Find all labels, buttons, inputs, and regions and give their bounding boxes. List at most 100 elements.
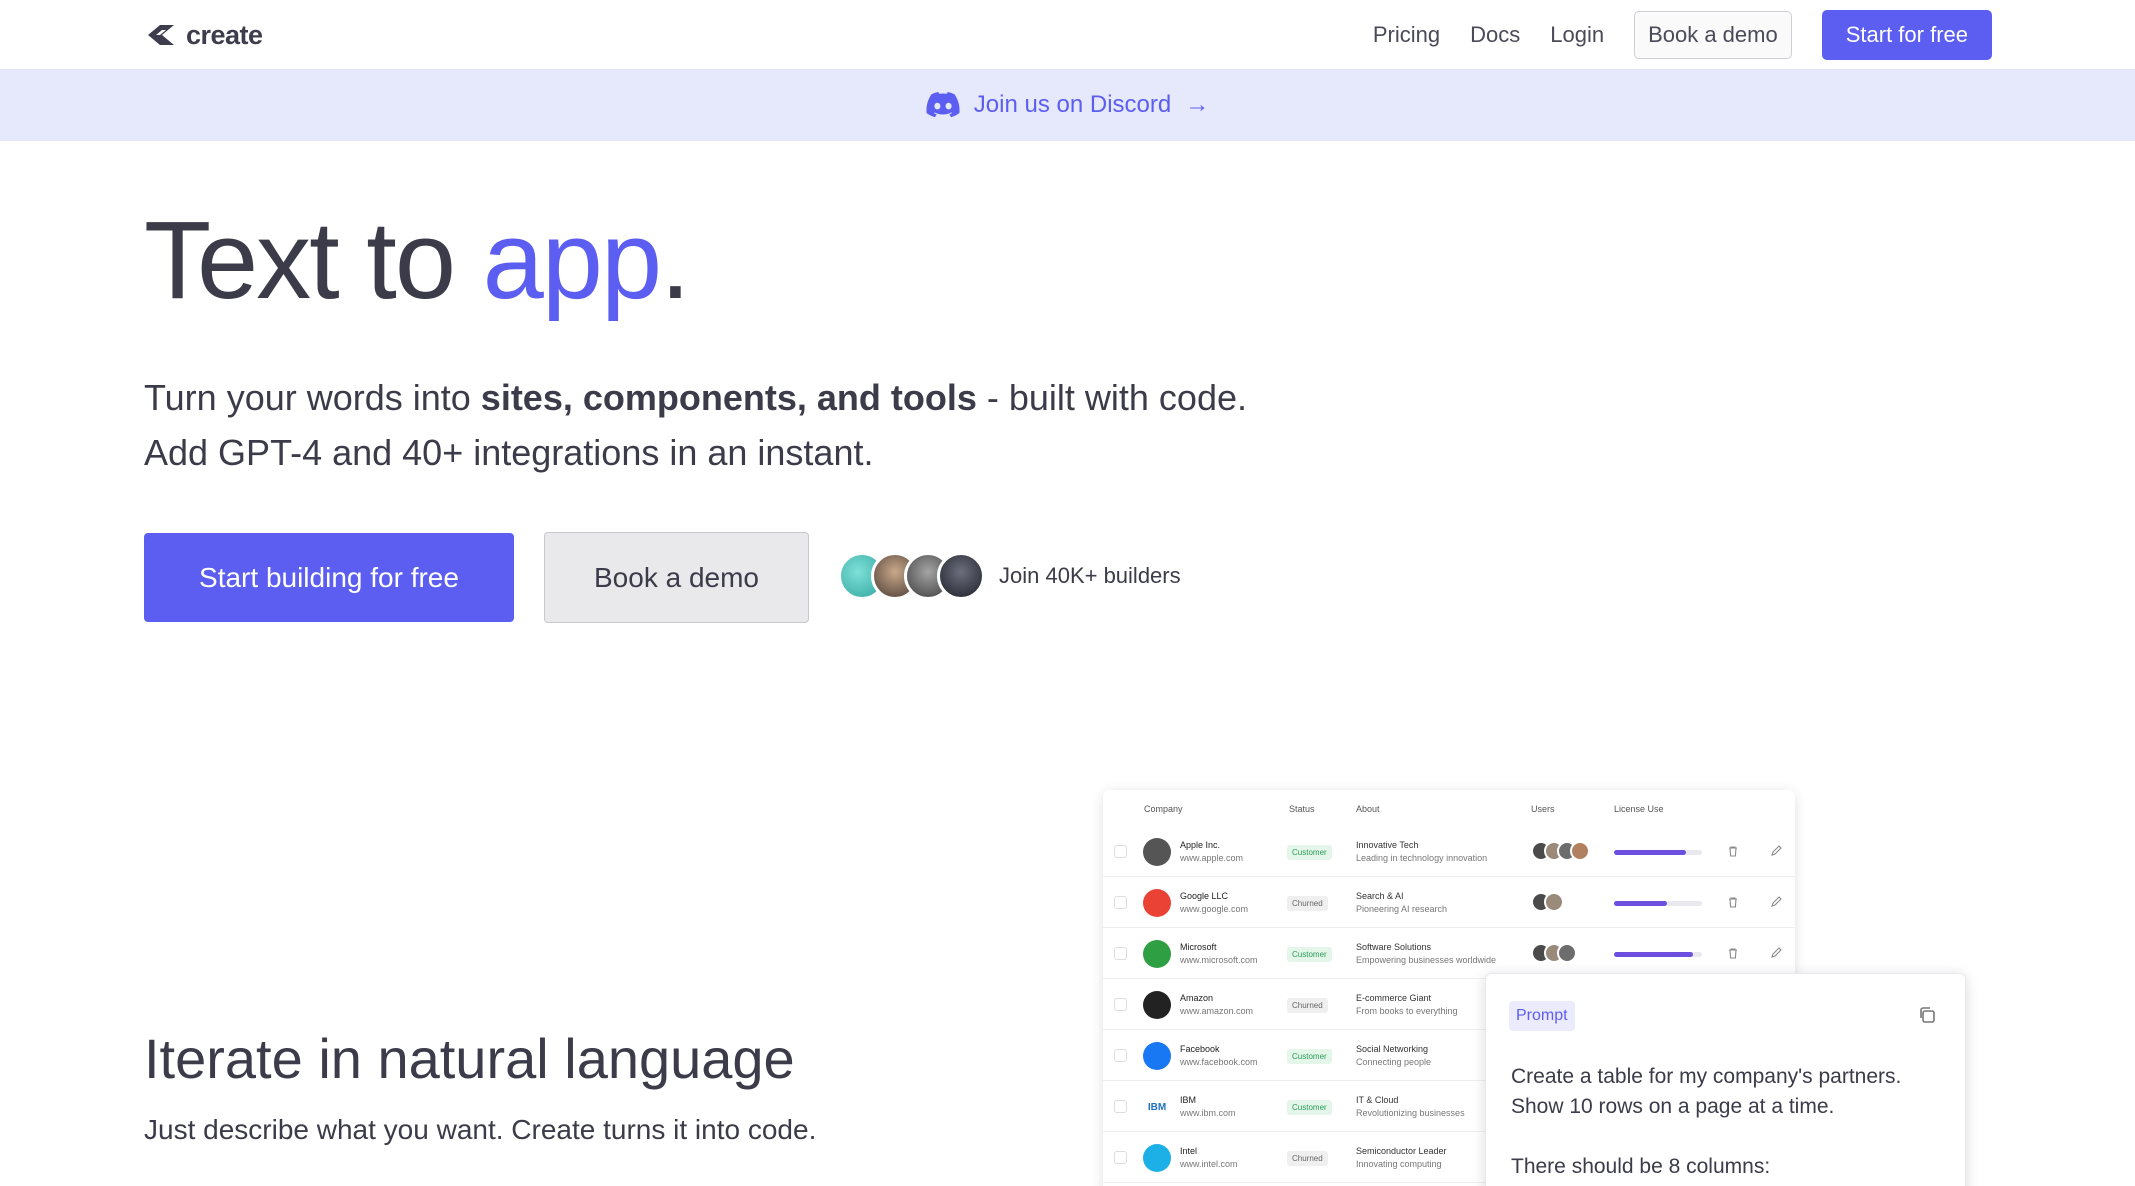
- nav-book-demo-button[interactable]: Book a demo: [1634, 11, 1792, 59]
- company-name: Apple Inc.: [1180, 840, 1221, 850]
- edit-icon[interactable]: [1769, 844, 1783, 858]
- table-row[interactable]: Microsoft www.microsoft.com Customer Softwa…: [1103, 928, 1795, 979]
- company-url: www.intel.com: [1180, 1159, 1238, 1169]
- brand-name: create: [186, 19, 263, 50]
- nav-login[interactable]: Login: [1550, 22, 1604, 48]
- about-desc: Revolutionizing businesses: [1356, 1108, 1465, 1118]
- company-name: Amazon: [1180, 993, 1214, 1003]
- row-checkbox[interactable]: [1114, 998, 1127, 1011]
- row-checkbox[interactable]: [1114, 845, 1127, 858]
- about-title: Search & AI: [1356, 891, 1404, 901]
- prompt-text: Create a table for my company's partners…: [1511, 1062, 1951, 1186]
- nav-pricing[interactable]: Pricing: [1373, 22, 1440, 48]
- company-logo-icon: [1143, 1144, 1171, 1172]
- hero-subtitle: Turn your words into sites, components, …: [144, 370, 1247, 480]
- about-desc: Connecting people: [1356, 1057, 1432, 1067]
- row-checkbox[interactable]: [1114, 1049, 1127, 1062]
- builders-social-proof: Join 40K+ builders: [838, 552, 1181, 600]
- company-logo-icon: [1143, 889, 1171, 917]
- top-nav: create Pricing Docs Login Book a demo St…: [0, 0, 2135, 69]
- company-logo-icon: [1143, 1042, 1171, 1070]
- hero-sub-pre: Turn your words into: [144, 377, 481, 418]
- avatar: [937, 552, 985, 600]
- brand-logo[interactable]: create: [144, 18, 263, 52]
- builders-text: Join 40K+ builders: [999, 563, 1181, 588]
- about-title: E-commerce Giant: [1356, 993, 1432, 1003]
- company-logo-icon: [1143, 991, 1171, 1019]
- status-badge: Customer: [1287, 1100, 1332, 1115]
- table-row[interactable]: Apple Inc. www.apple.com Customer Innovativ…: [1103, 826, 1795, 877]
- copy-icon[interactable]: [1917, 1005, 1937, 1025]
- license-bar-fill: [1614, 850, 1687, 855]
- prompt-line2: There should be 8 columns:: [1511, 1155, 1771, 1178]
- col-header-status: Status: [1289, 804, 1315, 814]
- row-checkbox[interactable]: [1114, 896, 1127, 909]
- nav-links: Pricing Docs Login Book a demo Start for…: [1373, 10, 1992, 60]
- license-bar-fill: [1614, 952, 1694, 957]
- start-building-button[interactable]: Start building for free: [144, 533, 514, 622]
- trash-icon[interactable]: [1726, 946, 1740, 960]
- company-name: Facebook: [1180, 1044, 1220, 1054]
- edit-icon[interactable]: [1769, 895, 1783, 909]
- company-url: www.google.com: [1180, 904, 1249, 914]
- table-row[interactable]: Google LLC www.google.com Churned Search & …: [1103, 877, 1795, 928]
- company-name: Google LLC: [1180, 891, 1229, 901]
- hero-title-part1: Text to: [144, 199, 483, 322]
- col-header-company: Company: [1144, 804, 1183, 814]
- row-checkbox[interactable]: [1114, 1151, 1127, 1164]
- builder-avatars: [838, 552, 985, 600]
- hero-title-accent: app: [482, 199, 663, 322]
- hero-title-end: .: [660, 199, 691, 322]
- status-badge: Churned: [1287, 1151, 1328, 1166]
- trash-icon[interactable]: [1726, 895, 1740, 909]
- about-title: Innovative Tech: [1356, 840, 1419, 850]
- about-desc: Leading in technology innovation: [1356, 853, 1488, 863]
- company-name: Microsoft: [1180, 942, 1217, 952]
- about-desc: Empowering businesses worldwide: [1356, 955, 1497, 965]
- user-avatars: [1531, 943, 1577, 963]
- nav-start-free-button[interactable]: Start for free: [1821, 10, 1992, 60]
- company-url: www.ibm.com: [1180, 1108, 1236, 1118]
- company-url: www.amazon.com: [1180, 1006, 1254, 1016]
- company-name: IBM: [1180, 1095, 1197, 1105]
- status-badge: Customer: [1287, 845, 1332, 860]
- status-badge: Customer: [1287, 1049, 1332, 1064]
- nav-docs[interactable]: Docs: [1470, 22, 1520, 48]
- license-bar: [1614, 850, 1702, 855]
- trash-icon[interactable]: [1726, 844, 1740, 858]
- col-header-about: About: [1356, 804, 1380, 814]
- status-badge: Churned: [1287, 896, 1328, 911]
- hero-subtitle-line1: Turn your words into sites, components, …: [144, 370, 1247, 425]
- company-logo-icon: IBM: [1143, 1093, 1171, 1121]
- row-checkbox[interactable]: [1114, 947, 1127, 960]
- hero-subtitle-line2: Add GPT-4 and 40+ integrations in an ins…: [144, 432, 874, 473]
- user-avatars: [1531, 841, 1590, 861]
- license-bar: [1614, 952, 1702, 957]
- company-logo-icon: [1143, 940, 1171, 968]
- company-logo-icon: [1143, 838, 1171, 866]
- user-avatars: [1531, 892, 1564, 912]
- row-checkbox[interactable]: [1114, 1100, 1127, 1113]
- prompt-card: Prompt Create a table for my company's p…: [1485, 973, 1966, 1186]
- company-url: www.apple.com: [1180, 853, 1244, 863]
- iterate-title: Iterate in natural language: [144, 1027, 795, 1090]
- edit-icon[interactable]: [1769, 946, 1783, 960]
- book-demo-button[interactable]: Book a demo: [544, 532, 809, 623]
- company-name: Intel: [1180, 1146, 1198, 1156]
- prompt-line1: Create a table for my company's partners…: [1511, 1065, 1902, 1118]
- about-desc: Pioneering AI research: [1356, 904, 1448, 914]
- about-title: IT & Cloud: [1356, 1095, 1399, 1105]
- hero-sub-post: - built with code.: [976, 377, 1247, 418]
- about-title: Semiconductor Leader: [1356, 1146, 1447, 1156]
- about-desc: Innovating computing: [1356, 1159, 1442, 1169]
- col-header-license: License Use: [1614, 804, 1664, 814]
- prompt-badge: Prompt: [1509, 1001, 1575, 1031]
- avatar: [1557, 943, 1577, 963]
- discord-link[interactable]: Join us on Discord →: [926, 91, 1209, 119]
- iterate-subtitle: Just describe what you want. Create turn…: [144, 1114, 817, 1145]
- company-url: www.facebook.com: [1180, 1057, 1258, 1067]
- discord-icon: [926, 92, 960, 118]
- discord-text: Join us on Discord: [973, 91, 1172, 118]
- arrow-right-icon: →: [1185, 91, 1210, 118]
- hero-title: Text to app.: [144, 199, 691, 322]
